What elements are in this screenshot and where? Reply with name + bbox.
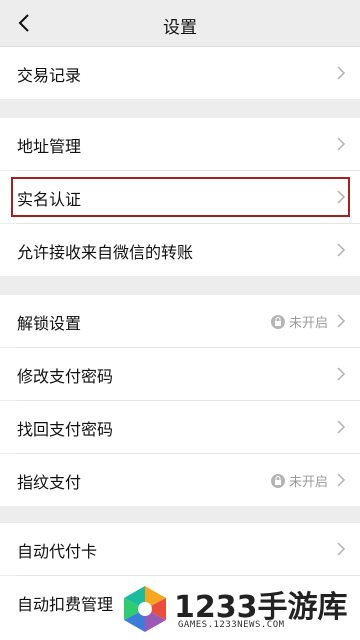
row-label: 自动代付卡	[17, 542, 98, 561]
row-label: 修改支付密码	[17, 367, 114, 386]
row-label: 自动扣费管理	[17, 595, 114, 614]
chevron-right-icon	[336, 366, 346, 382]
chevron-right-icon	[336, 136, 346, 152]
row-unlock-settings[interactable]: 解锁设置 未开启	[0, 295, 360, 347]
chevron-right-icon	[336, 313, 346, 329]
row-label: 指纹支付	[17, 473, 82, 492]
row-label: 找回支付密码	[17, 420, 114, 439]
page-title: 设置	[163, 18, 197, 38]
row-transaction-records[interactable]: 交易记录	[0, 47, 360, 99]
row-fingerprint-payment[interactable]: 指纹支付 未开启	[0, 454, 360, 506]
row-label: 地址管理	[17, 137, 82, 156]
chevron-right-icon	[336, 541, 346, 557]
lock-icon	[270, 314, 285, 329]
chevron-right-icon	[336, 65, 346, 81]
row-real-name-verification[interactable]: 实名认证	[0, 171, 360, 223]
nav-bar: 设置	[0, 0, 360, 47]
chevron-right-icon	[336, 189, 346, 205]
status-indicator: 未开启	[270, 471, 328, 490]
row-auto-payment-card[interactable]: 自动代付卡	[0, 523, 360, 575]
row-change-payment-password[interactable]: 修改支付密码	[0, 348, 360, 400]
status-text: 未开启	[288, 316, 328, 331]
chevron-right-icon	[336, 242, 346, 258]
row-address-management[interactable]: 地址管理	[0, 118, 360, 170]
chevron-right-icon	[336, 419, 346, 435]
row-label: 允许接收来自微信的转账	[17, 243, 194, 262]
chevron-right-icon	[336, 472, 346, 488]
row-label: 解锁设置	[17, 314, 82, 333]
row-allow-wechat-transfer[interactable]: 允许接收来自微信的转账	[0, 224, 360, 276]
row-label: 交易记录	[17, 66, 82, 85]
watermark: 1233手游库 GAMES.1233NEWS.COM	[114, 580, 360, 640]
status-text: 未开启	[288, 475, 328, 490]
row-recover-payment-password[interactable]: 找回支付密码	[0, 401, 360, 453]
row-label: 实名认证	[17, 190, 82, 209]
brand-logo-icon	[124, 586, 166, 632]
status-indicator: 未开启	[270, 312, 328, 331]
watermark-site: GAMES.1233NEWS.COM	[178, 620, 285, 630]
lock-icon	[270, 473, 285, 488]
